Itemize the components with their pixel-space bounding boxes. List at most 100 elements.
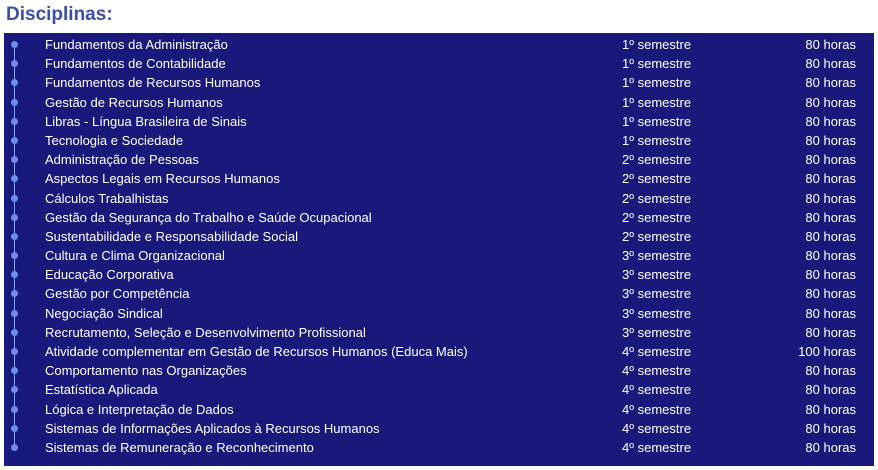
discipline-semester: 4º semestre (622, 382, 692, 398)
discipline-semester: 3º semestre (622, 324, 692, 340)
circle-bullet-icon (11, 175, 18, 183)
circle-bullet-icon (11, 424, 18, 432)
discipline-hours: 80 horas (805, 382, 856, 398)
discipline-hours: 80 horas (805, 209, 856, 225)
list-item: Gestão da Segurança do Trabalho e Saúde … (4, 208, 874, 227)
discipline-hours: 80 horas (805, 190, 856, 206)
discipline-hours: 80 horas (805, 267, 856, 283)
discipline-hours: 100 horas (798, 344, 856, 359)
discipline-semester: 1º semestre (622, 37, 692, 52)
discipline-name: Atividade complementar em Gestão de Recu… (45, 344, 468, 359)
discipline-hours: 80 horas (805, 248, 856, 264)
list-item: Libras - Língua Brasileira de Sinais 1º s… (4, 112, 874, 131)
discipline-hours: 80 horas (805, 132, 856, 148)
list-item: Fundamentos de Recursos Humanos 1º semest… (4, 73, 874, 92)
discipline-semester: 1º semestre (622, 56, 692, 72)
discipline-hours: 80 horas (805, 75, 856, 91)
circle-bullet-icon (11, 194, 18, 202)
discipline-name: Cultura e Clima Organizacional (45, 248, 225, 264)
discipline-semester: 4º semestre (622, 401, 692, 417)
list-item: Cultura e Clima Organizacional 3º semestr… (4, 246, 874, 265)
circle-bullet-icon (11, 136, 18, 144)
circle-bullet-icon (11, 405, 18, 413)
list-item: Fundamentos da Administração 1º semestre 8… (4, 35, 874, 54)
list-item: Estatística Aplicada 4º semestre 80 horas (4, 380, 874, 399)
discipline-name: Sistemas de Remuneração e Reconhecimento (45, 439, 314, 455)
discipline-hours: 80 horas (805, 420, 856, 436)
discipline-name: Gestão da Segurança do Trabalho e Saúde … (45, 209, 372, 225)
circle-bullet-icon (11, 309, 18, 317)
discipline-semester: 2º semestre (622, 171, 692, 187)
list-item: Lógica e Interpretação de Dados 4º semest… (4, 400, 874, 419)
list-item: Aspectos Legais em Recursos Humanos 2º se… (4, 169, 874, 188)
discipline-hours: 80 horas (805, 94, 856, 110)
list-item: Tecnologia e Sociedade 1º semestre 80 hora… (4, 131, 874, 150)
circle-bullet-icon (11, 271, 18, 279)
discipline-hours: 80 horas (805, 286, 856, 302)
discipline-semester: 1º semestre (622, 132, 692, 148)
discipline-name: Comportamento nas Organizações (45, 363, 247, 379)
circle-bullet-icon (11, 386, 18, 394)
discipline-hours: 80 horas (805, 439, 856, 455)
circle-bullet-icon (11, 41, 18, 48)
discipline-semester: 2º semestre (622, 152, 692, 168)
discipline-name: Cálculos Trabalhistas (45, 190, 169, 206)
circle-bullet-icon (11, 290, 18, 298)
discipline-hours: 80 horas (805, 363, 856, 379)
discipline-semester: 4º semestre (622, 363, 692, 379)
circle-bullet-icon (11, 443, 18, 451)
discipline-name: Lógica e Interpretação de Dados (45, 401, 234, 417)
page-title: Disciplinas: (6, 4, 113, 25)
list-item: Cálculos Trabalhistas 2º semestre 80 horas (4, 189, 874, 208)
discipline-semester: 1º semestre (622, 113, 692, 129)
discipline-name: Administração de Pessoas (45, 152, 199, 168)
discipline-hours: 80 horas (805, 37, 856, 52)
list-item: Negociação Sindical 3º semestre 80 horas (4, 304, 874, 323)
discipline-hours: 80 horas (805, 324, 856, 340)
discipline-semester: 2º semestre (622, 190, 692, 206)
discipline-hours: 80 horas (805, 401, 856, 417)
discipline-hours: 80 horas (805, 113, 856, 129)
circle-bullet-icon (11, 328, 18, 336)
discipline-hours: 80 horas (805, 305, 856, 321)
circle-bullet-icon (11, 98, 18, 106)
list-item: Educação Corporativa 3º semestre 80 horas (4, 265, 874, 284)
discipline-semester: 3º semestre (622, 305, 692, 321)
discipline-semester: 2º semestre (622, 228, 692, 244)
discipline-semester: 4º semestre (622, 344, 692, 359)
discipline-hours: 80 horas (805, 228, 856, 244)
list-item: Recrutamento, Seleção e Desenvolvimento … (4, 323, 874, 342)
circle-bullet-icon (11, 348, 18, 355)
discipline-name: Fundamentos de Recursos Humanos (45, 75, 261, 91)
circle-bullet-icon (11, 156, 18, 164)
list-item: Administração de Pessoas 2º semestre 80 ho… (4, 150, 874, 169)
discipline-name: Gestão de Recursos Humanos (45, 94, 223, 110)
discipline-name: Libras - Língua Brasileira de Sinais (45, 113, 247, 129)
discipline-name: Sistemas de Informações Aplicados à Recu… (45, 420, 380, 436)
discipline-hours: 80 horas (805, 152, 856, 168)
circle-bullet-icon (11, 367, 18, 375)
circle-bullet-icon (11, 232, 18, 240)
circle-bullet-icon (11, 60, 18, 68)
list-item: Gestão de Recursos Humanos 1º semestre 80 … (4, 93, 874, 112)
list-item: Sistemas de Remuneração e Reconhecimento… (4, 438, 874, 457)
list-item: Sistemas de Informações Aplicados à Recu… (4, 419, 874, 438)
circle-bullet-icon (11, 117, 18, 125)
list-item: Fundamentos de Contabilidade 1º semestre 8… (4, 54, 874, 73)
discipline-semester: 3º semestre (622, 267, 692, 283)
discipline-name: Recrutamento, Seleção e Desenvolvimento … (45, 324, 366, 340)
list-item: Gestão por Competência 3º semestre 80 hora… (4, 284, 874, 303)
list-item: Atividade complementar em Gestão de Recu… (4, 342, 874, 361)
discipline-name: Educação Corporativa (45, 267, 174, 283)
discipline-hours: 80 horas (805, 56, 856, 72)
list-item: Sustentabilidade e Responsabilidade Soci… (4, 227, 874, 246)
circle-bullet-icon (11, 79, 18, 87)
list-item: Comportamento nas Organizações 4º semestr… (4, 361, 874, 380)
discipline-name: Sustentabilidade e Responsabilidade Soci… (45, 228, 298, 244)
discipline-hours: 80 horas (805, 171, 856, 187)
discipline-name: Tecnologia e Sociedade (45, 132, 184, 148)
disciplines-panel: Fundamentos da Administração 1º semestre 8… (4, 33, 874, 466)
discipline-semester: 2º semestre (622, 209, 692, 225)
discipline-semester: 3º semestre (622, 286, 692, 302)
discipline-name: Negociação Sindical (45, 305, 163, 321)
